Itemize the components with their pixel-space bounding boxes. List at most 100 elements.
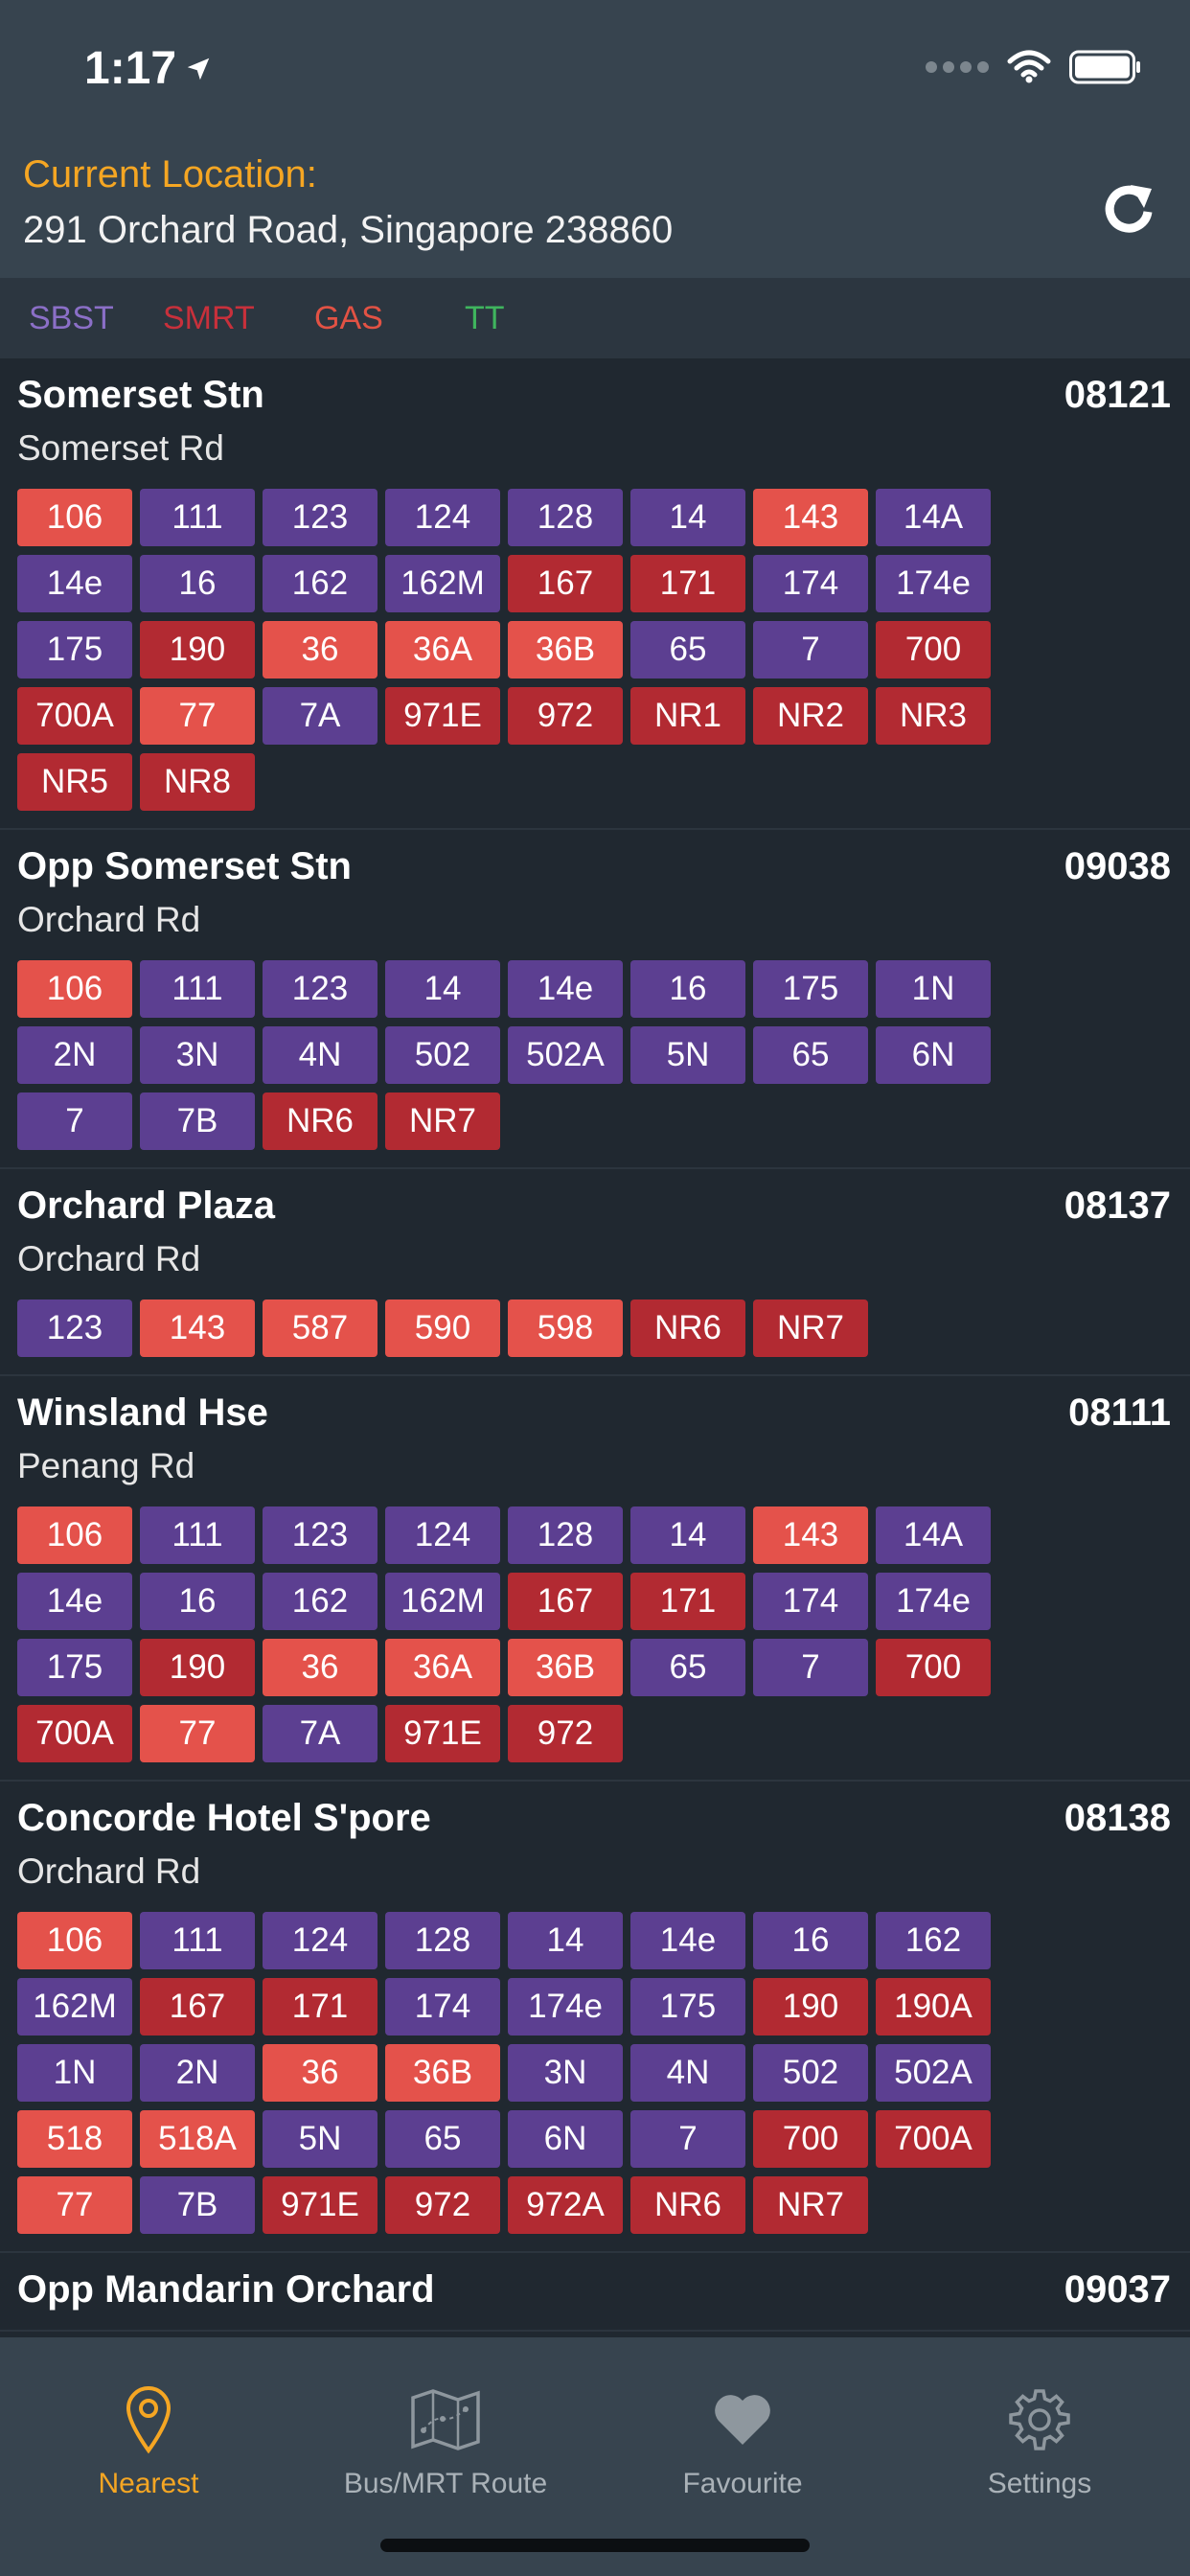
bus-service-chip[interactable]: 143 [753, 1506, 868, 1564]
bus-service-chip[interactable]: 700A [17, 1705, 132, 1762]
bus-service-chip[interactable]: 175 [753, 960, 868, 1018]
bus-service-chip[interactable]: 143 [753, 489, 868, 546]
bus-service-chip[interactable]: 174 [385, 1978, 500, 2036]
tab-favourite[interactable]: Favourite [594, 2337, 891, 2500]
bus-service-chip[interactable]: NR1 [630, 687, 745, 745]
bus-service-chip[interactable]: 174e [508, 1978, 623, 2036]
bus-service-chip[interactable]: 143 [140, 1300, 255, 1357]
bus-service-chip[interactable]: 36B [508, 1639, 623, 1696]
bus-service-chip[interactable]: 971E [385, 1705, 500, 1762]
bus-service-chip[interactable]: 700 [753, 2110, 868, 2168]
bus-service-chip[interactable]: 111 [140, 489, 255, 546]
bus-service-chip[interactable]: 106 [17, 960, 132, 1018]
bus-service-chip[interactable]: 174e [876, 555, 991, 612]
bus-stop-row[interactable]: Concorde Hotel S'pore 08138 Orchard Rd 106 1… [0, 1782, 1190, 2253]
bus-service-chip[interactable]: 77 [140, 687, 255, 745]
bus-service-chip[interactable]: 971E [385, 687, 500, 745]
bus-service-chip[interactable]: 36 [263, 1639, 378, 1696]
bus-service-chip[interactable]: 106 [17, 1506, 132, 1564]
bus-service-chip[interactable]: 518A [140, 2110, 255, 2168]
bus-service-chip[interactable]: 174 [753, 1573, 868, 1630]
bus-service-chip[interactable]: 502 [385, 1026, 500, 1084]
bus-service-chip[interactable]: 36B [385, 2044, 500, 2102]
bus-service-chip[interactable]: 587 [263, 1300, 378, 1357]
bus-stop-list[interactable]: Somerset Stn 08121 Somerset Rd 106 111 123 124… [0, 358, 1190, 2337]
bus-service-chip[interactable]: 174 [753, 555, 868, 612]
bus-service-chip[interactable]: 175 [17, 621, 132, 678]
bus-service-chip[interactable]: 162 [876, 1912, 991, 1969]
bus-service-chip[interactable]: 7A [263, 1705, 378, 1762]
bus-service-chip[interactable]: 2N [17, 1026, 132, 1084]
bus-service-chip[interactable]: 175 [17, 1639, 132, 1696]
bus-stop-row[interactable]: Winsland Hse 08111 Penang Rd 106 111 123 124 12… [0, 1376, 1190, 1782]
bus-service-chip[interactable]: NR6 [630, 1300, 745, 1357]
refresh-button[interactable] [1087, 166, 1173, 252]
bus-service-chip[interactable]: 190 [140, 621, 255, 678]
bus-service-chip[interactable]: 7 [630, 2110, 745, 2168]
bus-service-chip[interactable]: NR6 [630, 2176, 745, 2234]
bus-service-chip[interactable]: 190 [140, 1639, 255, 1696]
bus-service-chip[interactable]: 167 [508, 1573, 623, 1630]
bus-service-chip[interactable]: 14 [630, 1506, 745, 1564]
bus-service-chip[interactable]: 502 [753, 2044, 868, 2102]
bus-service-chip[interactable]: 171 [630, 555, 745, 612]
bus-service-chip[interactable]: 36A [385, 621, 500, 678]
bus-service-chip[interactable]: 5N [630, 1026, 745, 1084]
bus-service-chip[interactable]: 162M [17, 1978, 132, 2036]
bus-service-chip[interactable]: 36 [263, 621, 378, 678]
bus-service-chip[interactable]: 4N [630, 2044, 745, 2102]
bus-service-chip[interactable]: 167 [140, 1978, 255, 2036]
bus-service-chip[interactable]: 16 [630, 960, 745, 1018]
bus-service-chip[interactable]: 590 [385, 1300, 500, 1357]
tab-bus-mrt-route[interactable]: Bus/MRT Route [297, 2337, 594, 2500]
bus-service-chip[interactable]: NR5 [17, 753, 132, 811]
bus-service-chip[interactable]: 162 [263, 1573, 378, 1630]
bus-service-chip[interactable]: 14A [876, 1506, 991, 1564]
bus-service-chip[interactable]: 111 [140, 960, 255, 1018]
bus-service-chip[interactable]: 6N [508, 2110, 623, 2168]
bus-service-chip[interactable]: 7 [753, 1639, 868, 1696]
bus-service-chip[interactable]: 111 [140, 1912, 255, 1969]
bus-service-chip[interactable]: 111 [140, 1506, 255, 1564]
bus-service-chip[interactable]: 7 [17, 1092, 132, 1150]
bus-service-chip[interactable]: 3N [140, 1026, 255, 1084]
bus-service-chip[interactable]: 700 [876, 1639, 991, 1696]
bus-service-chip[interactable]: 518 [17, 2110, 132, 2168]
tab-settings[interactable]: Settings [891, 2337, 1188, 2500]
bus-service-chip[interactable]: 174e [876, 1573, 991, 1630]
bus-service-chip[interactable]: 128 [508, 489, 623, 546]
bus-service-chip[interactable]: 14e [630, 1912, 745, 1969]
bus-service-chip[interactable]: 124 [263, 1912, 378, 1969]
bus-service-chip[interactable]: 65 [753, 1026, 868, 1084]
bus-service-chip[interactable]: 190A [876, 1978, 991, 2036]
bus-service-chip[interactable]: 16 [140, 555, 255, 612]
bus-service-chip[interactable]: 162 [263, 555, 378, 612]
bus-service-chip[interactable]: NR3 [876, 687, 991, 745]
bus-service-chip[interactable]: 123 [263, 960, 378, 1018]
bus-service-chip[interactable]: 162M [385, 1573, 500, 1630]
bus-service-chip[interactable]: 7A [263, 687, 378, 745]
bus-service-chip[interactable]: 123 [263, 1506, 378, 1564]
bus-service-chip[interactable]: 14 [508, 1912, 623, 1969]
bus-service-chip[interactable]: 16 [753, 1912, 868, 1969]
bus-service-chip[interactable]: NR6 [263, 1092, 378, 1150]
bus-service-chip[interactable]: 124 [385, 1506, 500, 1564]
bus-service-chip[interactable]: 14A [876, 489, 991, 546]
bus-service-chip[interactable]: 77 [140, 1705, 255, 1762]
bus-service-chip[interactable]: 3N [508, 2044, 623, 2102]
bus-service-chip[interactable]: 5N [263, 2110, 378, 2168]
bus-stop-row[interactable]: Opp Mandarin Orchard 09037 [0, 2253, 1190, 2332]
bus-service-chip[interactable]: 598 [508, 1300, 623, 1357]
bus-service-chip[interactable]: 14 [630, 489, 745, 546]
bus-service-chip[interactable]: NR8 [140, 753, 255, 811]
bus-service-chip[interactable]: 14e [17, 1573, 132, 1630]
bus-service-chip[interactable]: 7B [140, 2176, 255, 2234]
bus-service-chip[interactable]: 36 [263, 2044, 378, 2102]
bus-service-chip[interactable]: 16 [140, 1573, 255, 1630]
bus-service-chip[interactable]: 972 [508, 1705, 623, 1762]
bus-service-chip[interactable]: NR7 [753, 2176, 868, 2234]
bus-service-chip[interactable]: 700A [17, 687, 132, 745]
bus-service-chip[interactable]: 123 [263, 489, 378, 546]
bus-service-chip[interactable]: 1N [17, 2044, 132, 2102]
bus-service-chip[interactable]: NR7 [753, 1300, 868, 1357]
